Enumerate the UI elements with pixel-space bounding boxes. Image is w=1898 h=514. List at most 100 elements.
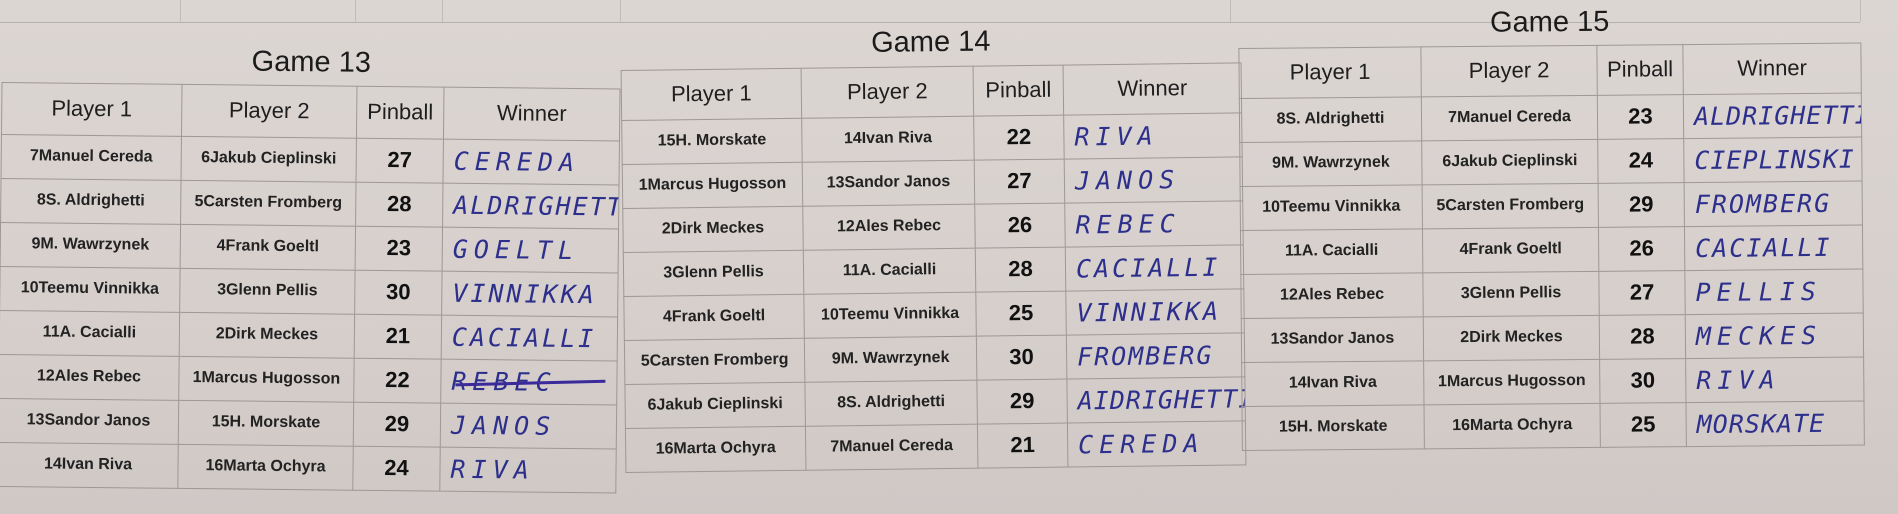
table-row: 9M. Wawrzynek 4Frank Goeltl 23 GOELTL: [0, 221, 619, 273]
player2-cell: 13Sandor Janos: [802, 159, 975, 206]
pinball-cell: 22: [973, 114, 1065, 160]
table-row: 13Sandor Janos 15H. Morskate 29 JANOS: [0, 397, 617, 449]
table-row: 8S. Aldrighetti 5Carsten Fromberg 28 ALD…: [0, 177, 620, 229]
table-row: 11A. Cacialli 2Dirk Meckes 21 CACIALLI: [0, 309, 618, 361]
pinball-cell: 24: [1597, 138, 1685, 183]
player2-header: Player 2: [181, 83, 358, 138]
game-title: Game 15: [1238, 0, 1861, 48]
player1-cell: 7Manuel Cereda: [1, 133, 182, 180]
game-title: Game 14: [620, 16, 1242, 70]
player1-cell: 11A. Cacialli: [1240, 228, 1423, 274]
winner-cell: RIVA: [439, 446, 617, 493]
pinball-cell: 28: [355, 181, 444, 227]
player1-header: Player 1: [1238, 46, 1422, 98]
table-row: 10Teemu Vinnikka 5Carsten Fromberg 29 FR…: [1240, 180, 1863, 230]
game-14-table: Game 14 Player 1 Player 2 Pinball Winner…: [620, 16, 1246, 472]
winner-cell: MECKES: [1685, 312, 1864, 359]
player2-cell: 16Marta Ochyra: [177, 443, 354, 490]
player1-header: Player 1: [621, 67, 802, 120]
pinball-cell: 23: [355, 225, 443, 271]
winner-cell: CIEPLINSKI: [1683, 136, 1863, 183]
pinball-cell: 30: [354, 269, 443, 315]
player2-cell: 5Carsten Fromberg: [180, 179, 357, 226]
player1-cell: 11A. Cacialli: [0, 309, 180, 356]
pinball-cell: 27: [974, 158, 1065, 204]
player2-cell: 4Frank Goeltl: [180, 223, 356, 270]
player2-cell: 11A. Cacialli: [803, 247, 976, 294]
winner-cell: REBEC: [440, 358, 618, 405]
player1-cell: 8S. Aldrighetti: [0, 177, 182, 224]
pinball-header: Pinball: [1596, 44, 1684, 95]
pinball-cell: 29: [976, 378, 1068, 424]
winner-cell: MORSKATE: [1685, 400, 1865, 447]
winner-cell: CACIALLI: [1065, 244, 1244, 291]
winner-cell: FROMBERG: [1066, 332, 1245, 379]
player2-header: Player 2: [1420, 44, 1598, 97]
table-row: 4Frank Goeltl 10Teemu Vinnikka 25 VINNIK…: [623, 288, 1245, 340]
player1-cell: 12Ales Rebec: [0, 353, 180, 400]
winner-cell: CEREDA: [443, 138, 620, 185]
table-row: 11A. Cacialli 4Frank Goeltl 26 CACIALLI: [1240, 224, 1863, 274]
pinball-cell: 26: [1598, 226, 1685, 271]
player2-cell: 16Marta Ochyra: [1424, 402, 1601, 449]
winner-cell: CACIALLI: [1684, 224, 1863, 271]
game-15-table: Game 15 Player 1 Player 2 Pinball Winner…: [1238, 0, 1865, 450]
player1-cell: 9M. Wawrzynek: [1239, 140, 1423, 186]
table-row: 6Jakub Cieplinski 8S. Aldrighetti 29 AID…: [624, 376, 1246, 428]
player1-cell: 1Marcus Hugosson: [622, 161, 803, 208]
player2-cell: 7Manuel Cereda: [1421, 94, 1598, 141]
pinball-cell: 24: [352, 445, 441, 491]
pinball-cell: 26: [974, 202, 1066, 248]
table-row: 8S. Aldrighetti 7Manuel Cereda 23 ALDRIG…: [1239, 92, 1862, 142]
winner-cell: GOELTL: [442, 226, 619, 273]
table-row: 12Ales Rebec 3Glenn Pellis 27 PELLIS: [1240, 268, 1864, 318]
winner-cell: AIDRIGHETTI: [1066, 376, 1246, 423]
player2-cell: 1Marcus Hugosson: [1423, 358, 1600, 405]
player2-cell: 3Glenn Pellis: [1422, 270, 1600, 317]
pinball-cell: 27: [1598, 270, 1686, 315]
pinball-cell: 25: [975, 290, 1067, 336]
player1-cell: 5Carsten Fromberg: [624, 337, 805, 384]
player2-cell: 2Dirk Meckes: [179, 311, 355, 358]
pinball-cell: 28: [975, 246, 1066, 292]
player1-cell: 16Marta Ochyra: [625, 425, 806, 472]
player2-cell: 14Ivan Riva: [801, 115, 975, 162]
pinball-cell: 29: [1598, 182, 1685, 227]
player2-cell: 1Marcus Hugosson: [178, 355, 355, 402]
winner-cell: PELLIS: [1684, 268, 1864, 315]
winner-cell: RIVA: [1063, 112, 1243, 159]
pinball-cell: 25: [1599, 402, 1687, 447]
pinball-cell: 21: [977, 422, 1068, 468]
player1-cell: 15H. Morskate: [621, 117, 803, 164]
pinball-cell: 30: [1599, 358, 1686, 403]
pinball-cell: 22: [353, 357, 442, 403]
winner-header: Winner: [1682, 42, 1862, 95]
table-row: 1Marcus Hugosson 13Sandor Janos 27 JANOS: [622, 156, 1243, 208]
player1-cell: 2Dirk Meckes: [622, 205, 804, 252]
pinball-cell: 27: [356, 137, 444, 183]
winner-cell: REBEC: [1064, 200, 1244, 247]
player1-cell: 6Jakub Cieplinski: [624, 381, 806, 428]
pinball-cell: 23: [1597, 94, 1684, 139]
table-row: 7Manuel Cereda 6Jakub Cieplinski 27 CERE…: [1, 133, 620, 185]
score-sheet: Game 13 Player 1 Player 2 Pinball Winner…: [0, 0, 1898, 514]
winner-cell: JANOS: [1064, 156, 1243, 203]
player2-cell: 10Teemu Vinnikka: [803, 291, 977, 338]
table-row: 16Marta Ochyra 7Manuel Cereda 21 CEREDA: [625, 420, 1246, 472]
player1-cell: 3Glenn Pellis: [623, 249, 804, 296]
winner-header: Winner: [443, 86, 621, 141]
player2-cell: 9M. Wawrzynek: [804, 335, 977, 382]
table-row: 14Ivan Riva 16Marta Ochyra 24 RIVA: [0, 441, 617, 493]
table-row: 13Sandor Janos 2Dirk Meckes 28 MECKES: [1241, 312, 1864, 362]
player1-cell: 14Ivan Riva: [0, 441, 179, 488]
player1-cell: 9M. Wawrzynek: [0, 221, 181, 268]
player1-cell: 13Sandor Janos: [1241, 316, 1424, 362]
winner-header: Winner: [1063, 62, 1242, 115]
player2-cell: 8S. Aldrighetti: [804, 379, 978, 426]
player2-cell: 6Jakub Cieplinski: [181, 135, 357, 182]
table-row: 12Ales Rebec 1Marcus Hugosson 22 REBEC: [0, 353, 618, 405]
table-row: 5Carsten Fromberg 9M. Wawrzynek 30 FROMB…: [624, 332, 1245, 384]
player2-cell: 7Manuel Cereda: [805, 423, 978, 470]
pinball-header: Pinball: [356, 85, 445, 139]
winner-cell: VINNIKKA: [1065, 288, 1245, 335]
